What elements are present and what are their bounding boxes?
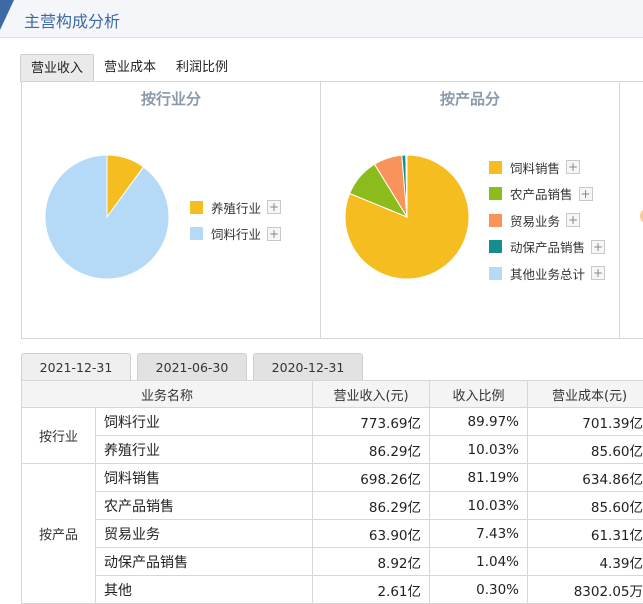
industry-legend: 养殖行业 + 饲料行业 +	[190, 194, 282, 248]
tab-cost[interactable]: 营业成本	[94, 54, 166, 81]
expand-plus-icon[interactable]: +	[566, 160, 581, 175]
row-name: 农产品销售	[94, 491, 314, 520]
row-name: 养殖行业	[94, 435, 314, 464]
business-composition-table: 业务名称 营业收入(元) 收入比例 营业成本(元) 按行业 饲料行业 773.6…	[20, 380, 643, 604]
legend-swatch	[190, 200, 203, 214]
row-revenue: 63.90亿	[312, 519, 431, 548]
row-name: 动保产品销售	[94, 547, 314, 576]
product-pie-chart	[344, 154, 470, 280]
legend-item[interactable]: 养殖行业 +	[190, 194, 282, 221]
legend-swatch	[190, 227, 203, 241]
row-ratio: 10.03%	[429, 435, 529, 464]
product-chart-title: 按产品分	[439, 90, 500, 108]
legend-swatch	[489, 266, 502, 280]
product-legend: 饲料销售 + 农产品销售 + 贸易业务 + 动保产品销售 + 其他业务总计 +	[489, 154, 606, 287]
legend-swatch	[489, 187, 502, 201]
section-header: 主营构成分析	[0, 0, 643, 38]
row-name: 饲料行业	[94, 407, 314, 436]
row-ratio: 10.03%	[429, 491, 529, 520]
date-tab-2020-12-31[interactable]: 2020-12-31	[253, 353, 363, 381]
col-header-revenue[interactable]: 营业收入(元)	[312, 380, 431, 408]
row-cost: 701.39亿	[527, 407, 643, 436]
table-row: 其他 2.61亿 0.30% 8302.05万	[22, 575, 643, 604]
group-label-industry: 按行业	[21, 407, 96, 464]
table-row: 贸易业务 63.90亿 7.43% 61.31亿	[22, 519, 643, 548]
legend-label: 饲料行业	[211, 227, 262, 243]
legend-item[interactable]: 其他业务总计 +	[489, 260, 606, 287]
expand-plus-icon[interactable]: +	[267, 200, 282, 215]
legend-label: 动保产品销售	[510, 240, 586, 256]
row-revenue: 773.69亿	[312, 407, 431, 436]
row-name: 贸易业务	[94, 519, 314, 548]
table-row: 按产品 饲料销售 698.26亿 81.19% 634.86亿	[21, 463, 643, 604]
date-tab-2021-06-30[interactable]: 2021-06-30	[137, 353, 247, 381]
row-revenue: 698.26亿	[312, 463, 431, 492]
page-title: 主营构成分析	[24, 12, 121, 31]
row-ratio: 89.97%	[429, 407, 529, 436]
legend-item[interactable]: 动保产品销售 +	[489, 234, 606, 261]
table-row: 农产品销售 86.29亿 10.03% 85.60亿	[22, 491, 643, 520]
row-revenue: 2.61亿	[312, 575, 431, 604]
tab-revenue[interactable]: 营业收入	[20, 54, 95, 82]
expand-plus-icon[interactable]: +	[591, 239, 606, 254]
pie-slice-饲料行业[interactable]	[44, 154, 170, 280]
row-revenue: 86.29亿	[312, 435, 431, 464]
group-label-product: 按产品	[21, 463, 96, 604]
date-tab-2021-12-31[interactable]: 2021-12-31	[21, 353, 131, 382]
charts-panel: 按行业分 养殖行业 + 饲料行业 + 按产品分 饲料销售 + 农产品销售 + 贸…	[21, 81, 643, 339]
industry-chart-pane: 按行业分 养殖行业 + 饲料行业 +	[22, 82, 321, 338]
legend-label: 饲料销售	[510, 160, 561, 176]
row-cost: 61.31亿	[527, 519, 643, 548]
row-ratio: 81.19%	[429, 463, 529, 492]
col-header-name: 业务名称	[20, 380, 314, 408]
legend-item[interactable]: 贸易业务 +	[489, 207, 605, 234]
row-ratio: 1.04%	[429, 547, 529, 576]
expand-plus-icon[interactable]: +	[591, 266, 606, 281]
industry-pie-chart	[44, 154, 170, 280]
legend-swatch	[489, 240, 502, 254]
row-ratio: 0.30%	[429, 575, 529, 604]
row-name: 饲料销售	[94, 463, 314, 492]
legend-item[interactable]: 饲料销售 +	[489, 154, 605, 181]
row-cost: 634.86亿	[527, 463, 643, 492]
row-cost: 8302.05万	[527, 575, 643, 604]
legend-swatch	[489, 160, 502, 174]
table-row: 动保产品销售 8.92亿 1.04% 4.39亿	[22, 547, 643, 576]
metric-tabs: 营业收入 营业成本 利润比例	[20, 54, 238, 82]
region-chart-pane-partial	[620, 82, 643, 338]
table-row: 养殖行业 86.29亿 10.03% 85.60亿	[22, 435, 643, 464]
header-corner-flag-icon	[0, 0, 14, 30]
row-cost: 85.60亿	[527, 435, 643, 464]
legend-label: 农产品销售	[510, 187, 573, 203]
legend-item[interactable]: 饲料行业 +	[190, 221, 282, 248]
row-cost: 85.60亿	[527, 491, 643, 520]
row-revenue: 86.29亿	[312, 491, 431, 520]
expand-plus-icon[interactable]: +	[267, 226, 282, 241]
row-revenue: 8.92亿	[312, 547, 431, 576]
tab-profit-ratio[interactable]: 利润比例	[166, 54, 238, 81]
row-ratio: 7.43%	[429, 519, 529, 548]
legend-label: 贸易业务	[510, 213, 561, 229]
table-header-row: 业务名称 营业收入(元) 收入比例 营业成本(元)	[20, 380, 643, 408]
table-row: 按行业 饲料行业 773.69亿 89.97% 701.39亿	[21, 407, 643, 464]
industry-chart-title: 按行业分	[140, 90, 201, 108]
legend-label: 养殖行业	[211, 200, 262, 216]
row-cost: 4.39亿	[527, 547, 643, 576]
product-chart-pane: 按产品分 饲料销售 + 农产品销售 + 贸易业务 + 动保产品销售 + 其他业务…	[321, 82, 620, 338]
legend-label: 其他业务总计	[510, 266, 586, 282]
legend-swatch	[489, 213, 502, 227]
expand-plus-icon[interactable]: +	[578, 186, 593, 201]
row-name: 其他	[94, 575, 314, 604]
expand-plus-icon[interactable]: +	[566, 213, 581, 228]
col-header-ratio[interactable]: 收入比例	[429, 380, 529, 408]
col-header-cost[interactable]: 营业成本(元)	[527, 380, 643, 408]
legend-item[interactable]: 农产品销售 +	[489, 181, 605, 208]
